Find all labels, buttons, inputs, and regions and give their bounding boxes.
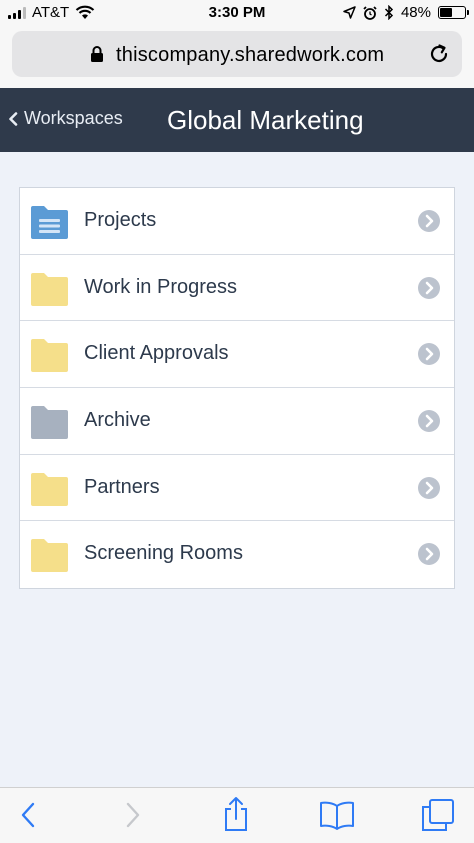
bookmarks-icon[interactable] (319, 800, 355, 830)
folder-gray-icon (31, 406, 68, 440)
folder-row[interactable]: Screening Rooms (20, 521, 454, 588)
folder-row[interactable]: Client Approvals (20, 321, 454, 389)
battery-percent: 48% (400, 4, 431, 21)
folder-name: Screening Rooms (84, 542, 243, 565)
chevron-right-icon (418, 210, 440, 232)
folder-row[interactable]: Work in Progress (20, 255, 454, 322)
bluetooth-icon (384, 5, 394, 20)
app-header: Workspaces Global Marketing (0, 88, 474, 152)
folder-name: Work in Progress (84, 275, 238, 298)
folder-yellow-icon (31, 339, 68, 373)
status-right: 48% (343, 4, 469, 21)
folder-row[interactable]: Archive (20, 388, 454, 455)
folder-name: Client Approvals (84, 342, 229, 365)
chevron-right-icon (418, 276, 440, 299)
browser-toolbar (0, 787, 474, 843)
chevron-right-icon (418, 476, 440, 499)
folder-yellow-icon (31, 272, 68, 306)
lock-icon (91, 46, 103, 62)
folder-list: Projects Work in Progress Client Approvals… (19, 187, 455, 590)
page-title: Global Marketing (167, 105, 364, 135)
battery-icon (438, 6, 469, 19)
folder-name: Projects (84, 209, 157, 231)
status-bar: AT&T 3:30 PM 48% (0, 0, 474, 26)
folder-yellow-icon (31, 539, 68, 573)
battery-level (440, 8, 452, 17)
back-arrow-icon[interactable] (18, 800, 38, 830)
folder-name: Partners (84, 475, 160, 498)
chevron-left-icon (9, 111, 18, 126)
address-bar[interactable]: thiscompany.sharedwork.com (12, 31, 462, 77)
back-button-label: Workspaces (24, 108, 123, 128)
folder-name: Archive (84, 409, 151, 432)
share-icon[interactable] (222, 796, 250, 832)
folder-row[interactable]: Projects (20, 188, 454, 255)
url-text: thiscompany.sharedwork.com (116, 44, 385, 66)
back-button[interactable]: Workspaces (8, 108, 123, 129)
chevron-right-icon (418, 543, 440, 566)
forward-arrow-icon[interactable] (123, 800, 143, 830)
browser-chrome: thiscompany.sharedwork.com (0, 26, 474, 88)
folder-yellow-icon (31, 472, 68, 506)
reload-icon[interactable] (428, 43, 450, 65)
chevron-right-icon (418, 343, 440, 366)
alarm-icon (363, 5, 377, 20)
tabs-icon[interactable] (421, 798, 455, 832)
chevron-right-icon (418, 410, 440, 433)
folder-row[interactable]: Partners (20, 455, 454, 522)
folder-blue-icon (31, 206, 68, 239)
location-arrow-icon (343, 6, 356, 19)
